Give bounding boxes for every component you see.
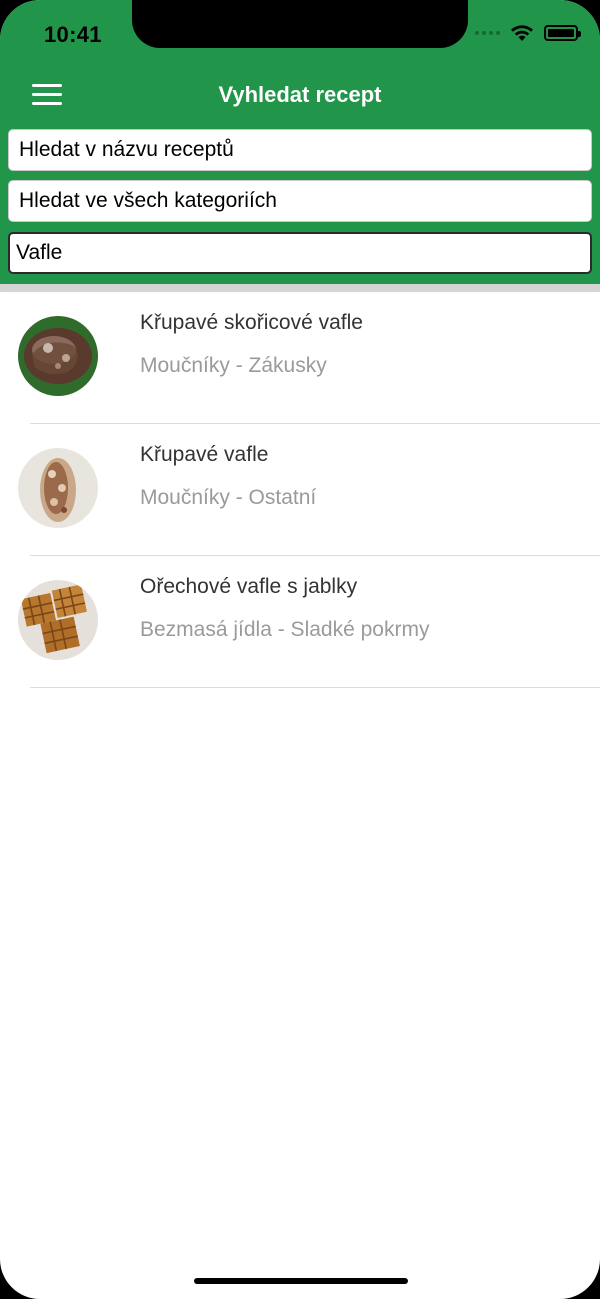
device-notch (132, 0, 468, 48)
phone-screen: 10:41 Vyhledat recept Hledat v názvu rec… (0, 0, 600, 1299)
list-item[interactable]: Křupavé vafle Moučníky - Ostatní (0, 424, 600, 556)
recipe-title: Ořechové vafle s jablky (140, 575, 358, 598)
search-name-scope-field[interactable] (8, 129, 592, 171)
page-title: Vyhledat recept (218, 82, 382, 107)
header-divider (0, 284, 600, 292)
recipe-category: Moučníky - Zákusky (140, 354, 327, 377)
list-item[interactable]: Ořechové vafle s jablky Bezmasá jídla - … (0, 556, 600, 688)
status-time: 10:41 (44, 22, 102, 47)
search-category-scope-field[interactable] (8, 180, 592, 222)
search-query-input[interactable] (8, 232, 592, 274)
recipe-title: Křupavé vafle (140, 443, 269, 466)
app-header: 10:41 Vyhledat recept (0, 0, 600, 284)
recipe-thumbnail (18, 448, 98, 528)
recipe-thumbnail (18, 580, 98, 660)
status-indicators (475, 24, 581, 42)
results-list: Křupavé skořicové vafle Moučníky - Zákus… (0, 292, 600, 688)
wifi-icon (511, 25, 533, 41)
row-divider (30, 687, 600, 688)
recipe-category: Bezmasá jídla - Sladké pokrmy (140, 618, 430, 641)
recipe-title: Křupavé skořicové vafle (140, 311, 363, 334)
list-item[interactable]: Křupavé skořicové vafle Moučníky - Zákus… (0, 292, 600, 424)
recipe-thumbnail (18, 316, 98, 396)
battery-icon (544, 25, 581, 41)
signal-icon (475, 31, 500, 35)
recipe-category: Moučníky - Ostatní (140, 486, 317, 509)
home-indicator[interactable] (194, 1278, 408, 1284)
